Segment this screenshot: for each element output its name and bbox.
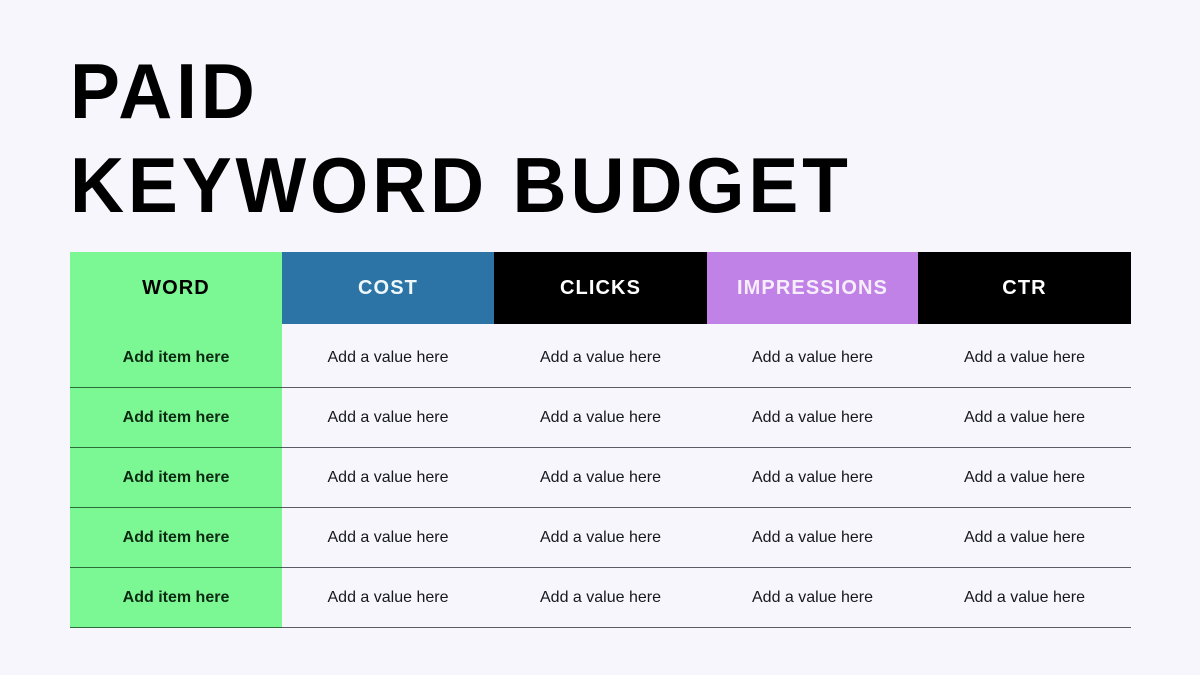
cell-word[interactable]: Add item here	[70, 328, 282, 388]
column-header-cost[interactable]: COST	[282, 252, 494, 324]
cell-impressions[interactable]: Add a value here	[707, 507, 918, 568]
table-row: Add item here Add a value here Add a val…	[70, 567, 1131, 628]
cell-ctr[interactable]: Add a value here	[918, 507, 1131, 568]
cell-cost[interactable]: Add a value here	[282, 567, 494, 628]
cell-ctr[interactable]: Add a value here	[918, 567, 1131, 628]
table-row: Add item here Add a value here Add a val…	[70, 507, 1131, 568]
budget-table-container: WORD COST CLICKS IMPRESSIONS CTR Add ite…	[70, 252, 1131, 628]
page-title: PAID KEYWORD BUDGET	[70, 44, 1070, 232]
cell-ctr[interactable]: Add a value here	[918, 387, 1131, 448]
cell-clicks[interactable]: Add a value here	[494, 447, 707, 508]
cell-cost[interactable]: Add a value here	[282, 447, 494, 508]
table-row: Add item here Add a value here Add a val…	[70, 387, 1131, 448]
cell-cost[interactable]: Add a value here	[282, 328, 494, 388]
cell-ctr[interactable]: Add a value here	[918, 447, 1131, 508]
column-header-clicks[interactable]: CLICKS	[494, 252, 707, 324]
cell-impressions[interactable]: Add a value here	[707, 447, 918, 508]
paid-keyword-budget-table: WORD COST CLICKS IMPRESSIONS CTR Add ite…	[70, 252, 1131, 628]
cell-impressions[interactable]: Add a value here	[707, 567, 918, 628]
cell-cost[interactable]: Add a value here	[282, 387, 494, 448]
cell-clicks[interactable]: Add a value here	[494, 328, 707, 388]
column-header-impressions[interactable]: IMPRESSIONS	[707, 252, 918, 324]
table-row: Add item here Add a value here Add a val…	[70, 447, 1131, 508]
cell-word[interactable]: Add item here	[70, 447, 282, 508]
cell-word[interactable]: Add item here	[70, 507, 282, 568]
cell-ctr[interactable]: Add a value here	[918, 328, 1131, 388]
title-line-1: PAID	[70, 47, 259, 135]
column-header-word[interactable]: WORD	[70, 252, 282, 324]
cell-impressions[interactable]: Add a value here	[707, 387, 918, 448]
cell-cost[interactable]: Add a value here	[282, 507, 494, 568]
table-body: Add item here Add a value here Add a val…	[70, 324, 1131, 628]
cell-clicks[interactable]: Add a value here	[494, 567, 707, 628]
cell-word[interactable]: Add item here	[70, 387, 282, 448]
cell-clicks[interactable]: Add a value here	[494, 507, 707, 568]
table-header: WORD COST CLICKS IMPRESSIONS CTR	[70, 252, 1131, 324]
title-line-2: KEYWORD BUDGET	[70, 141, 852, 229]
column-header-ctr[interactable]: CTR	[918, 252, 1131, 324]
cell-clicks[interactable]: Add a value here	[494, 387, 707, 448]
table-header-row: WORD COST CLICKS IMPRESSIONS CTR	[70, 252, 1131, 324]
slide-canvas: PAID KEYWORD BUDGET WORD COST CLICKS IMP…	[0, 0, 1200, 675]
cell-impressions[interactable]: Add a value here	[707, 328, 918, 388]
cell-word[interactable]: Add item here	[70, 567, 282, 628]
table-row: Add item here Add a value here Add a val…	[70, 328, 1131, 388]
